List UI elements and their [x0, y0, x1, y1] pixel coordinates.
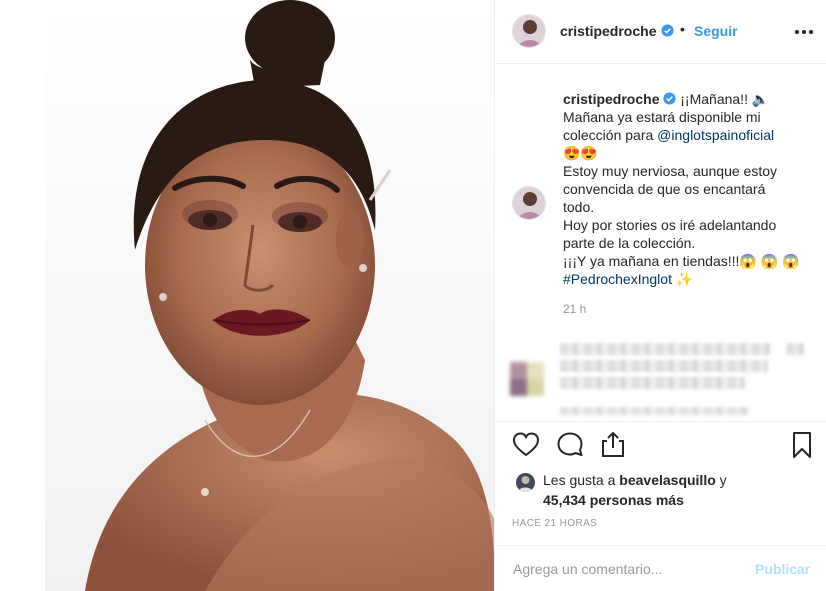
caption-emoji: 😍😍	[563, 145, 598, 161]
caption-text: Estoy muy nerviosa, aunque estoy	[563, 163, 778, 179]
blurred-comment-line	[560, 377, 745, 389]
verified-icon	[661, 24, 674, 37]
post-header: cristipedroche • Seguir	[496, 0, 826, 63]
actions-divider	[496, 421, 826, 422]
caption-text: Mañana ya estará disponible mi	[563, 109, 761, 125]
caption-text: parte de la colección.	[563, 235, 696, 251]
likes-count[interactable]: 45,434 personas más	[543, 492, 684, 508]
avatar-image	[513, 187, 545, 219]
caption-line: #PedrochexInglot ✨	[563, 270, 813, 288]
post-actions	[496, 430, 826, 466]
post-timestamp: HACE 21 HORAS	[512, 518, 598, 529]
liker-avatar[interactable]	[516, 473, 535, 492]
likes-text: Les gusta a beavelasquillo y 45,434 pers…	[543, 470, 727, 510]
blurred-avatar-image	[510, 362, 544, 396]
verified-icon	[663, 92, 676, 105]
left-margin	[0, 0, 45, 591]
caption-emoji: ✨	[671, 271, 694, 287]
blurred-comment-line	[786, 343, 804, 355]
caption: cristipedroche ¡¡Mañana!! 🔈 Mañana ya es…	[563, 90, 813, 288]
caption-text: todo.	[563, 199, 595, 215]
author-name-row: cristipedroche	[560, 23, 674, 41]
blurred-comment-avatar	[510, 362, 544, 396]
liker-username[interactable]: beavelasquillo	[619, 472, 715, 488]
caption-line: colección para @inglotspainoficial	[563, 126, 813, 144]
comment-input[interactable]	[513, 561, 733, 577]
follow-button[interactable]: Seguir	[694, 23, 738, 39]
author-avatar[interactable]	[512, 14, 546, 48]
caption-username[interactable]: cristipedroche	[563, 91, 659, 107]
caption-first-line: cristipedroche ¡¡Mañana!! 🔈	[563, 90, 813, 108]
instagram-post: cristipedroche • Seguir cristipedroche ¡…	[0, 0, 826, 591]
more-icon[interactable]	[794, 22, 814, 42]
post-photo[interactable]	[45, 0, 495, 591]
caption-text: ¡¡Mañana!! 🔈	[680, 91, 770, 107]
avatar-image	[513, 15, 545, 47]
caption-text: Hoy por stories os iré adelantando	[563, 217, 777, 233]
post-sidebar: cristipedroche • Seguir cristipedroche ¡…	[496, 0, 826, 591]
blurred-comment-line	[560, 343, 770, 355]
caption-avatar[interactable]	[512, 186, 546, 220]
caption-time: 21 h	[563, 302, 587, 316]
liker-avatar-image	[516, 473, 535, 492]
blurred-comment-line	[560, 407, 750, 415]
share-icon[interactable]	[599, 430, 627, 460]
header-divider	[496, 63, 826, 64]
publish-button[interactable]: Publicar	[755, 561, 810, 577]
portrait-image	[45, 0, 494, 591]
likes-suffix: y	[715, 472, 727, 488]
caption-text: colección para	[563, 127, 658, 143]
separator-dot: •	[680, 21, 685, 37]
comment-box: Publicar	[496, 545, 826, 591]
author-username[interactable]: cristipedroche	[560, 23, 656, 39]
caption-text: ¡¡¡Y ya mañana en tiendas!!!😱 😱 😱	[563, 253, 800, 269]
heart-icon[interactable]	[512, 430, 540, 460]
caption-text: convencida de que os encantará	[563, 181, 766, 197]
blurred-comment-line	[560, 360, 768, 372]
bookmark-icon[interactable]	[788, 430, 816, 460]
mention-link[interactable]: @inglotspainoficial	[657, 127, 774, 143]
likes-prefix: Les gusta a	[543, 472, 620, 488]
hashtag-link[interactable]: #PedrochexInglot	[563, 271, 672, 287]
comment-icon[interactable]	[556, 430, 584, 460]
